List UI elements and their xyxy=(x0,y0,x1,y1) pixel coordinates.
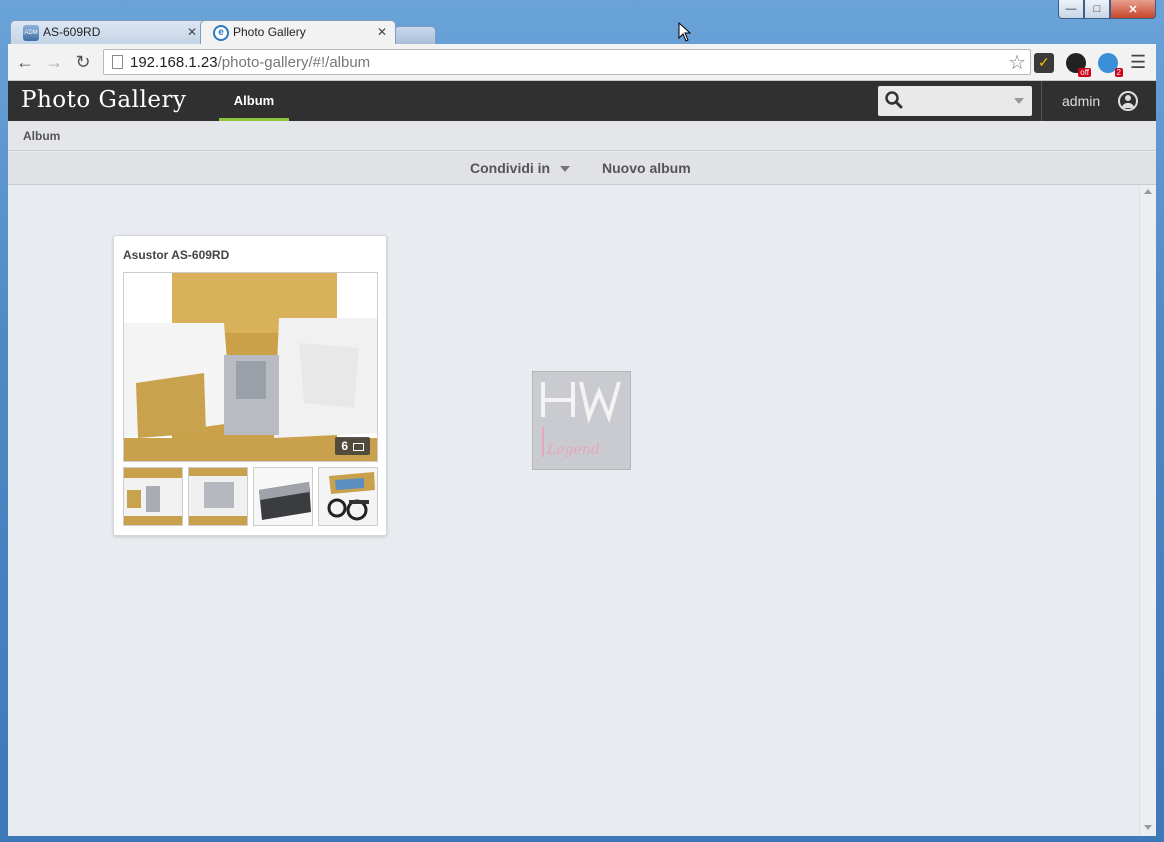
close-tab-icon[interactable]: ✕ xyxy=(187,25,197,39)
album-thumbnail[interactable] xyxy=(123,467,183,526)
chevron-down-icon[interactable] xyxy=(1014,98,1024,104)
url-host: 192.168.1.23 xyxy=(130,54,218,71)
back-arrow-icon[interactable]: ← xyxy=(14,52,36,74)
album-grid: Asustor AS-609RD 6 Legend xyxy=(8,185,1156,836)
photo-count-badge: 6 xyxy=(335,437,370,455)
user-name[interactable]: admin xyxy=(1062,93,1100,109)
scroll-down-icon[interactable] xyxy=(1144,825,1152,830)
search-icon xyxy=(885,91,903,109)
cover-photo xyxy=(124,273,377,461)
minimize-button[interactable]: — xyxy=(1058,0,1084,19)
browser-window: — □ ✕ ADM AS-609RD ✕ e Photo Gallery ✕ ←… xyxy=(0,0,1164,842)
adm-favicon-icon: ADM xyxy=(23,25,39,41)
user-avatar-icon[interactable] xyxy=(1118,91,1138,111)
album-thumbnail[interactable] xyxy=(318,467,378,526)
tab-title: AS-609RD xyxy=(43,25,101,39)
tab-as609rd[interactable]: ADM AS-609RD ✕ xyxy=(10,20,206,44)
album-cover-image[interactable]: 6 xyxy=(123,272,378,462)
url-path: /photo-gallery/#!/album xyxy=(217,54,371,71)
maximize-button[interactable]: □ xyxy=(1084,0,1110,19)
album-title: Asustor AS-609RD xyxy=(123,248,230,262)
watermark-text: Legend xyxy=(547,442,600,458)
browser-toolbar: ← → ↻ 192.168.1.23/photo-gallery/#!/albu… xyxy=(8,44,1156,81)
extension-badge: 2 xyxy=(1114,68,1123,77)
forward-arrow-icon[interactable]: → xyxy=(43,52,65,74)
browser-menu-icon[interactable]: ☰ xyxy=(1130,53,1146,71)
tab-strip: ADM AS-609RD ✕ e Photo Gallery ✕ xyxy=(10,20,436,44)
breadcrumb: Album xyxy=(8,121,1156,151)
share-label: Condividi in xyxy=(470,160,551,176)
page-icon xyxy=(112,55,123,69)
album-card[interactable]: Asustor AS-609RD 6 xyxy=(113,235,387,536)
close-window-button[interactable]: ✕ xyxy=(1110,0,1156,19)
bookmark-star-icon[interactable]: ☆ xyxy=(1008,50,1026,75)
header-divider xyxy=(1041,81,1042,121)
close-tab-icon[interactable]: ✕ xyxy=(377,25,387,39)
extension-pocket-icon[interactable]: 2 xyxy=(1098,53,1123,77)
mouse-cursor-icon xyxy=(678,22,692,42)
extension-badge: off xyxy=(1078,68,1091,77)
address-bar[interactable]: 192.168.1.23/photo-gallery/#!/album ☆ xyxy=(103,49,1031,75)
extension-ghost-icon[interactable]: off xyxy=(1066,53,1091,77)
photo-gallery-favicon-icon: e xyxy=(213,25,229,41)
breadcrumb-item[interactable]: Album xyxy=(23,129,60,143)
scroll-up-icon[interactable] xyxy=(1144,189,1152,194)
new-tab-button[interactable] xyxy=(394,26,436,44)
photo-stack-icon xyxy=(353,442,364,451)
nav-tab-album[interactable]: Album xyxy=(219,81,289,121)
tab-title: Photo Gallery xyxy=(233,25,306,39)
reload-icon[interactable]: ↻ xyxy=(72,52,94,74)
photo-count: 6 xyxy=(341,439,348,453)
album-thumbnail[interactable] xyxy=(188,467,248,526)
thumbnail-photo xyxy=(254,468,312,525)
album-thumbnail[interactable] xyxy=(253,467,313,526)
share-in-dropdown[interactable]: Condividi in xyxy=(470,160,571,176)
thumbnail-photo xyxy=(124,468,182,525)
vertical-scrollbar[interactable] xyxy=(1139,185,1156,836)
app-header: Photo Gallery Album admin xyxy=(8,81,1156,121)
window-controls: — □ ✕ xyxy=(1058,0,1156,19)
chevron-down-icon xyxy=(560,166,571,173)
new-album-button[interactable]: Nuovo album xyxy=(602,160,691,176)
watermark-logo: Legend xyxy=(532,371,631,470)
photo-gallery-app: Photo Gallery Album admin Album Condivid… xyxy=(8,81,1156,836)
extension-checkmark-icon[interactable] xyxy=(1034,53,1054,73)
tab-photo-gallery[interactable]: e Photo Gallery ✕ xyxy=(200,20,396,44)
action-bar: Condividi in Nuovo album xyxy=(8,152,1156,185)
thumbnail-photo xyxy=(189,468,247,525)
app-brand[interactable]: Photo Gallery xyxy=(21,87,186,113)
thumbnail-photo xyxy=(319,468,377,525)
search-input[interactable] xyxy=(878,86,1032,116)
